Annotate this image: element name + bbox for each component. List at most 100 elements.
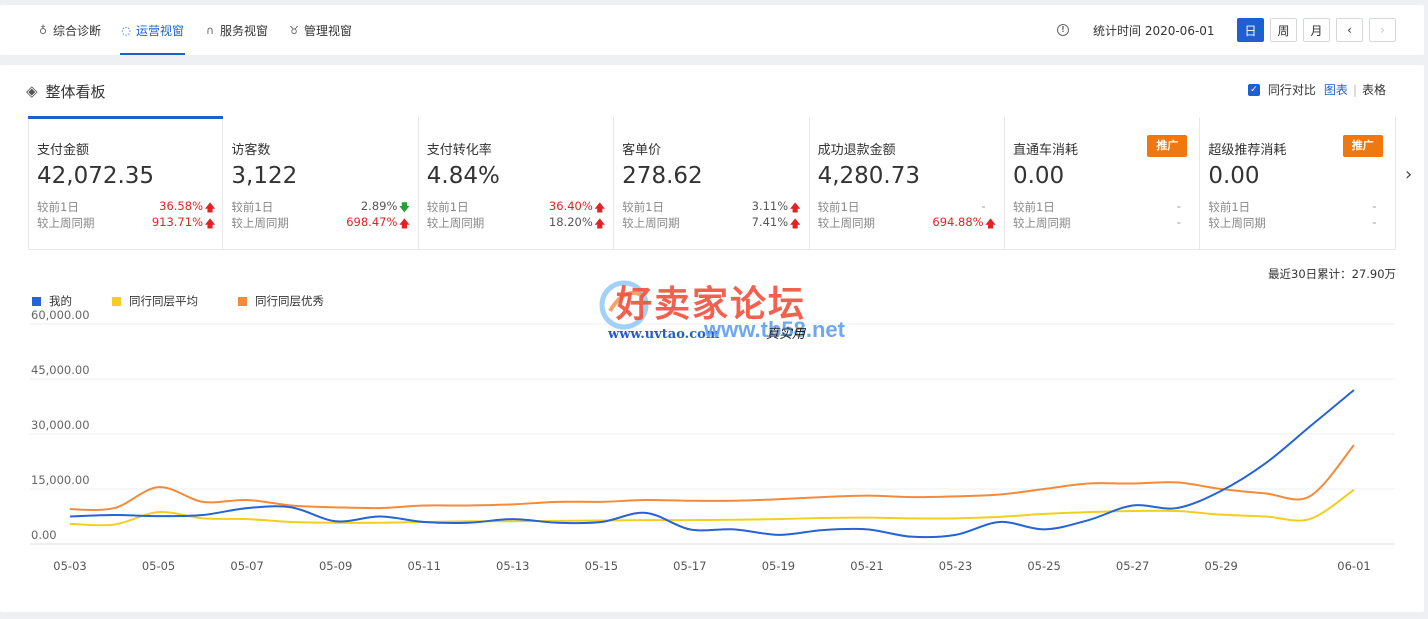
compare-label: 较上周同期 — [37, 216, 95, 230]
compare-value: 694.88% — [932, 215, 984, 229]
compare-value: 913.71% — [151, 215, 203, 229]
x-tick-label: 05-27 — [1116, 559, 1149, 573]
compare-label: 较上周同期 — [1012, 216, 1071, 230]
series-line-mine[interactable] — [69, 389, 1355, 539]
period-day-button[interactable]: 日 — [1237, 18, 1264, 42]
compare-value: 18.20% — [548, 215, 593, 229]
metric-tile[interactable]: 超级推荐消耗 0.00 推广 较前1日 - 较上周同期 - — [1200, 117, 1396, 249]
compare-prev-day: 较前1日 - — [818, 199, 998, 215]
next-metrics-arrow[interactable]: › — [1405, 164, 1412, 185]
compare-prev-day: 较前1日 - — [1013, 199, 1193, 215]
x-tick-label: 05-09 — [319, 559, 352, 573]
metric-value: 4.84% — [426, 163, 500, 189]
layers-icon: ◈ — [26, 82, 38, 100]
y-tick-label: 0.00 — [31, 528, 57, 542]
compare-label: 同行对比 — [1267, 83, 1316, 97]
series-line-peer-excellent[interactable] — [69, 444, 1355, 511]
x-tick-label: 05-17 — [673, 559, 706, 573]
x-tick-label: 05-23 — [939, 559, 972, 573]
compare-last-week: 较上周同期 - — [1013, 215, 1193, 231]
medal-icon: ♉ — [289, 23, 299, 37]
board-title-text: 整体看板 — [45, 82, 106, 101]
y-tick-label: 15,000.00 — [31, 473, 90, 487]
metric-value: 0.00 — [1012, 163, 1065, 189]
x-tick-label: 05-25 — [1027, 559, 1060, 573]
metric-name: 客单价 — [622, 143, 662, 158]
x-tick-label: 05-21 — [850, 559, 883, 573]
bulb-icon: ♁ — [38, 23, 48, 37]
compare-label: 较上周同期 — [622, 216, 680, 230]
x-tick-label: 06-01 — [1337, 559, 1370, 573]
cumulative-total: 最近30日累计：27.90万 — [1268, 267, 1397, 281]
metric-name: 支付转化率 — [426, 143, 492, 158]
x-tick-label: 05-19 — [762, 559, 795, 573]
tab-management[interactable]: ♉ 管理视窗 — [288, 5, 352, 55]
tab-label: 运营视窗 — [136, 23, 185, 38]
arrow-up-icon: 🡅 — [594, 217, 606, 230]
metric-tiles: 支付金额 42,072.35 较前1日 36.58% 🡅 较上周同期 913.71% 🡅 访客数… — [28, 116, 1396, 250]
compare-value: - — [1176, 215, 1181, 229]
overview-board: ◈ 整体看板 ✓ 同行对比 图表 | 表格 支付金额 42,072.35 较前1日 3… — [0, 65, 1424, 612]
metric-name: 成功退款金额 — [817, 143, 896, 158]
metric-tile[interactable]: 支付转化率 4.84% 较前1日 36.40% 🡅 较上周同期 18.20% 🡅 — [419, 117, 615, 249]
metric-tile[interactable]: 客单价 278.62 较前1日 3.11% 🡅 较上周同期 7.41% 🡅 — [614, 117, 810, 249]
y-tick-label: 60,000.00 — [31, 308, 90, 322]
compare-label: 较前1日 — [1208, 200, 1251, 214]
shield-icon: ◌ — [121, 23, 131, 37]
compare-last-week: 较上周同期 - — [1208, 215, 1388, 231]
compare-last-week: 较上周同期 913.71% 🡅 — [37, 215, 217, 234]
x-tick-label: 05-07 — [230, 559, 263, 573]
prev-date-button[interactable]: ‹ — [1336, 18, 1363, 42]
y-tick-label: 30,000.00 — [31, 418, 90, 432]
compare-label: 较上周同期 — [1208, 216, 1266, 230]
info-icon[interactable]: ! — [1057, 24, 1069, 36]
compare-label: 较上周同期 — [426, 216, 485, 230]
metric-tile[interactable]: 支付金额 42,072.35 较前1日 36.58% 🡅 较上周同期 913.71% 🡅 — [28, 116, 224, 249]
compare-label: 较上周同期 — [231, 216, 289, 230]
x-tick-label: 05-11 — [407, 559, 440, 573]
compare-value: - — [981, 199, 986, 213]
board-options: ✓ 同行对比 图表 | 表格 — [1247, 81, 1386, 98]
tab-label: 服务视窗 — [220, 23, 269, 38]
divider: | — [1352, 82, 1357, 97]
compare-last-week: 较上周同期 698.47% 🡅 — [231, 215, 411, 234]
next-date-button[interactable]: › — [1369, 18, 1396, 42]
board-title: ◈ 整体看板 — [26, 79, 106, 103]
x-tick-label: 05-15 — [585, 559, 618, 573]
compare-last-week: 较上周同期 18.20% 🡅 — [427, 215, 607, 234]
metric-value: 42,072.35 — [37, 163, 155, 189]
metric-value: 3,122 — [231, 163, 298, 189]
stat-time: 统计时间 2020-06-01 — [1093, 23, 1215, 38]
view-table-link[interactable]: 表格 — [1362, 81, 1386, 98]
compare-last-week: 较上周同期 694.88% 🡅 — [818, 215, 998, 234]
metric-name: 支付金额 — [37, 143, 90, 158]
arrow-up-icon: 🡅 — [984, 217, 997, 230]
tab-service[interactable]: ∩ 服务视窗 — [204, 5, 268, 55]
y-tick-label: 45,000.00 — [31, 363, 90, 377]
tab-label: 管理视窗 — [304, 23, 353, 38]
compare-value: - — [1372, 215, 1377, 229]
promote-button[interactable]: 推广 — [1342, 135, 1383, 157]
compare-last-week: 较上周同期 7.41% 🡅 — [622, 215, 802, 234]
compare-prev-day: 较前1日 - — [1208, 199, 1388, 215]
trend-line-chart: 60,000.00 45,000.00 30,000.00 15,000.00 0.00… — [30, 308, 1395, 573]
metric-tile[interactable]: 直通车消耗 0.00 推广 较前1日 - 较上周同期 - — [1005, 117, 1201, 249]
metric-name: 访客数 — [231, 143, 271, 158]
metric-value: 0.00 — [1208, 163, 1260, 189]
top-nav-bar: ♁ 综合诊断 ◌ 运营视窗 ∩ 服务视窗 ♉ 管理视窗 ! 统计时间 2020-… — [0, 5, 1424, 55]
x-tick-label: 05-05 — [142, 559, 175, 573]
tab-label: 综合诊断 — [53, 23, 102, 38]
x-tick-label: 05-03 — [53, 559, 86, 573]
arrow-up-icon: 🡅 — [789, 217, 801, 230]
promote-button[interactable]: 推广 — [1147, 135, 1188, 157]
metric-tile[interactable]: 访客数 3,122 较前1日 2.89% 🡇 较上周同期 698.47% 🡅 — [223, 117, 419, 249]
headset-icon: ∩ — [205, 23, 215, 37]
compare-checkbox[interactable]: ✓ — [1247, 83, 1260, 96]
period-week-button[interactable]: 周 — [1270, 18, 1297, 42]
tab-diagnosis[interactable]: ♁ 综合诊断 — [37, 5, 101, 55]
metric-tile[interactable]: 成功退款金额 4,280.73 较前1日 - 较上周同期 694.88% 🡅 — [810, 117, 1005, 249]
view-chart-link[interactable]: 图表 — [1324, 81, 1348, 98]
tab-operations[interactable]: ◌ 运营视窗 — [120, 5, 184, 55]
period-switcher: 日 周 月 ‹ › — [1237, 18, 1402, 42]
period-month-button[interactable]: 月 — [1303, 18, 1330, 42]
